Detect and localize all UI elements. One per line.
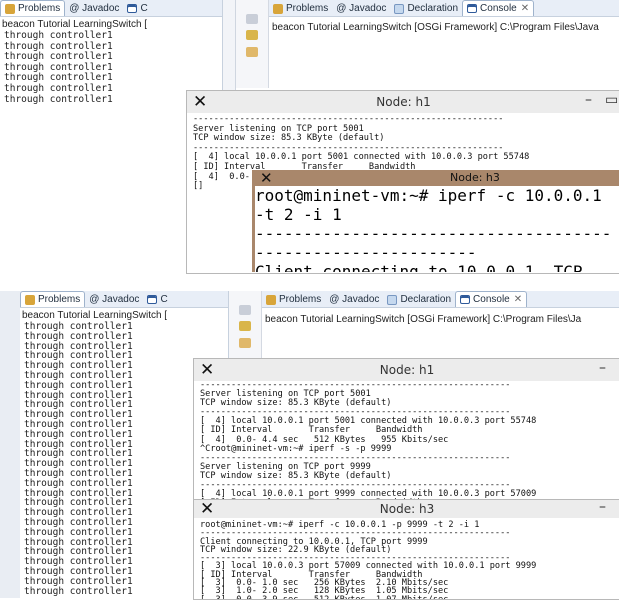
pin-icon[interactable]	[246, 14, 258, 24]
tab-javadoc[interactable]: @ Javadoc	[85, 292, 143, 307]
problems-icon	[273, 3, 283, 14]
tab-problems[interactable]: Problems	[262, 292, 325, 307]
console-header: beacon Tutorial LearningSwitch [OSGi Fra…	[272, 22, 599, 33]
terminal-line: root@mininet-vm:~# iperf -c 10.0.0.1 -t …	[255, 186, 602, 224]
declaration-icon	[394, 3, 405, 14]
bottom-right-tabbar: Problems @ Javadoc Declaration Console ✕	[262, 291, 619, 308]
close-icon[interactable]: ✕	[521, 3, 529, 14]
tab-problems[interactable]: Problems	[269, 1, 332, 16]
close-icon[interactable]: ✕	[514, 294, 522, 305]
problems-icon	[266, 294, 276, 305]
tab-javadoc-label: @ Javadoc	[69, 3, 120, 14]
minimize-icon[interactable]: –	[599, 360, 606, 376]
console-icon	[147, 295, 158, 304]
tab-javadoc[interactable]: @ Javadoc	[325, 292, 383, 307]
package-icon[interactable]	[246, 47, 258, 57]
problems-icon	[5, 3, 15, 14]
tab-problems[interactable]: Problems	[0, 0, 66, 16]
maximize-icon[interactable]: ▭	[605, 92, 618, 108]
terminal-output: root@mininet-vm:~# iperf -c 10.0.0.1 -t …	[255, 186, 619, 272]
tab-console-label: C	[140, 3, 148, 14]
console-line: through controller1	[4, 93, 113, 105]
console-header: beacon Tutorial LearningSwitch [	[2, 19, 148, 30]
terminal-output: root@mininet-vm:~# iperf -c 10.0.0.1 -p …	[200, 521, 536, 599]
terminal-titlebar[interactable]: ✕ Node: h1 – ▭	[187, 91, 619, 113]
tab-console[interactable]: C	[123, 1, 151, 16]
tab-javadoc-label: @ Javadoc	[329, 294, 380, 305]
terminal-titlebar[interactable]: ✕ Node: h3 –	[194, 500, 619, 519]
console-line: through controller1	[4, 30, 113, 41]
console-output: through controller1 through controller1 th…	[24, 322, 133, 596]
problems-icon	[25, 294, 35, 305]
minimize-icon[interactable]: –	[599, 500, 606, 515]
tab-javadoc[interactable]: @ Javadoc	[65, 1, 123, 16]
tab-problems-label: Problems	[286, 3, 329, 14]
terminal-title: Node: h1	[376, 95, 431, 109]
tab-javadoc-label: @ Javadoc	[89, 294, 140, 305]
terminal-line: Client connecting to 10.0.0.1, TCP port …	[255, 262, 583, 272]
minimize-icon[interactable]: –	[585, 92, 592, 108]
top-left-tabbar: Problems @ Javadoc C	[0, 0, 222, 17]
package-icon[interactable]	[239, 338, 251, 348]
outline-icon[interactable]	[239, 321, 251, 331]
bottom-left-tabbar: Problems @ Javadoc C	[20, 291, 228, 308]
tab-problems-label: Problems	[18, 3, 61, 14]
bottom-screenshot: Problems @ Javadoc C beacon Tutorial Lea…	[0, 291, 619, 600]
tab-javadoc-label: @ Javadoc	[336, 3, 387, 14]
tab-problems-label: Problems	[38, 294, 81, 305]
tab-problems[interactable]: Problems	[20, 291, 86, 307]
console-line: through controller1	[4, 82, 113, 94]
tab-declaration-label: Declaration	[400, 294, 452, 305]
tab-console[interactable]: Console ✕	[462, 0, 535, 16]
tab-console[interactable]: Console ✕	[455, 291, 528, 307]
top-tool-column	[236, 0, 269, 88]
tab-declaration-label: Declaration	[407, 3, 459, 14]
tab-declaration[interactable]: Declaration	[390, 1, 462, 16]
tab-javadoc[interactable]: @ Javadoc	[332, 1, 390, 16]
terminal-window-h1[interactable]: ✕ Node: h1 – ---------------------------…	[193, 358, 619, 510]
outline-icon[interactable]	[246, 30, 258, 40]
terminal-titlebar[interactable]: ✕ Node: h1 –	[194, 359, 619, 381]
tab-console[interactable]: C	[143, 292, 171, 307]
console-line: through controller1	[24, 585, 133, 597]
terminal-window-h3[interactable]: ✕ Node: h3 – root@mininet-vm:~# iperf -c…	[193, 499, 619, 600]
terminal-title: Node: h1	[379, 363, 435, 377]
top-right-panel: Problems @ Javadoc Declaration Console ✕ …	[269, 0, 619, 95]
tab-problems-label: Problems	[279, 294, 322, 305]
terminal-titlebar[interactable]: ✕ Node: h3	[252, 170, 619, 187]
console-icon	[460, 295, 471, 304]
tab-console-label: C	[160, 294, 168, 305]
console-header: beacon Tutorial LearningSwitch [	[22, 310, 168, 321]
terminal-line: ----------------------------------------…	[255, 224, 612, 262]
tab-console-label: Console	[480, 3, 517, 14]
bottom-left-gutter	[0, 291, 20, 598]
pin-icon[interactable]	[239, 305, 251, 315]
console-header: beacon Tutorial LearningSwitch [OSGi Fra…	[265, 314, 582, 325]
top-screenshot: Problems @ Javadoc C beacon Tutorial Lea…	[0, 0, 619, 274]
x11-logo-icon: ✕	[260, 170, 273, 187]
console-icon	[127, 4, 138, 13]
terminal-title: Node: h3	[450, 171, 500, 184]
tab-console-label: Console	[473, 294, 510, 305]
terminal-window-h3[interactable]: ✕ Node: h3 root@mininet-vm:~# iperf -c 1…	[252, 170, 619, 272]
console-icon	[467, 4, 478, 13]
console-output: through controller1 through controller1 th…	[4, 30, 113, 105]
top-right-tabbar: Problems @ Javadoc Declaration Console ✕	[269, 0, 619, 17]
tab-declaration[interactable]: Declaration	[383, 292, 455, 307]
terminal-output: ----------------------------------------…	[200, 380, 536, 509]
terminal-body[interactable]: root@mininet-vm:~# iperf -c 10.0.0.1 -t …	[255, 186, 619, 272]
terminal-title: Node: h3	[379, 502, 435, 516]
declaration-icon	[387, 294, 398, 305]
